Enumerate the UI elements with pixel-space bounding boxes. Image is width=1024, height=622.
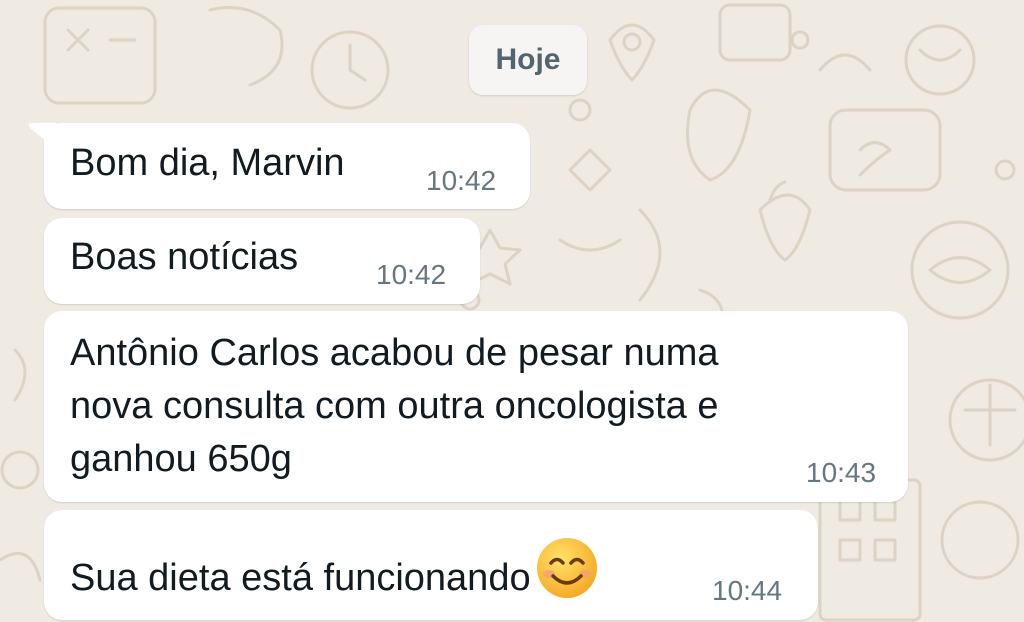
message-text-line: Antônio Carlos acabou de pesar numa bbox=[70, 332, 719, 374]
message-text: Sua dieta está funcionando bbox=[70, 557, 531, 599]
message-text-line: nova consulta com outra oncologista e bbox=[70, 385, 719, 427]
message-text-row: Sua dieta está funcionando bbox=[70, 536, 599, 605]
message-text: Boas notícias bbox=[70, 236, 299, 278]
message-text-line: ganhou 650g bbox=[70, 438, 292, 480]
message-timestamp: 10:44 bbox=[712, 575, 783, 606]
message-bubble[interactable]: Antônio Carlos acabou de pesar numa nova… bbox=[44, 311, 908, 502]
message-timestamp: 10:42 bbox=[426, 165, 497, 196]
message-bubble[interactable]: Bom dia, Marvin 10:42 bbox=[28, 123, 530, 209]
message-bubble[interactable]: Sua dieta está funcionando 10:44 bbox=[44, 510, 818, 620]
smiling-face-icon bbox=[536, 538, 597, 598]
message-bubble[interactable]: Boas notícias 10:42 bbox=[44, 218, 480, 304]
bubble-tail bbox=[28, 123, 56, 149]
message-text: Bom dia, Marvin bbox=[70, 142, 345, 184]
message-timestamp: 10:42 bbox=[376, 259, 447, 290]
date-divider: Hoje bbox=[469, 25, 587, 95]
message-timestamp: 10:43 bbox=[806, 457, 877, 488]
